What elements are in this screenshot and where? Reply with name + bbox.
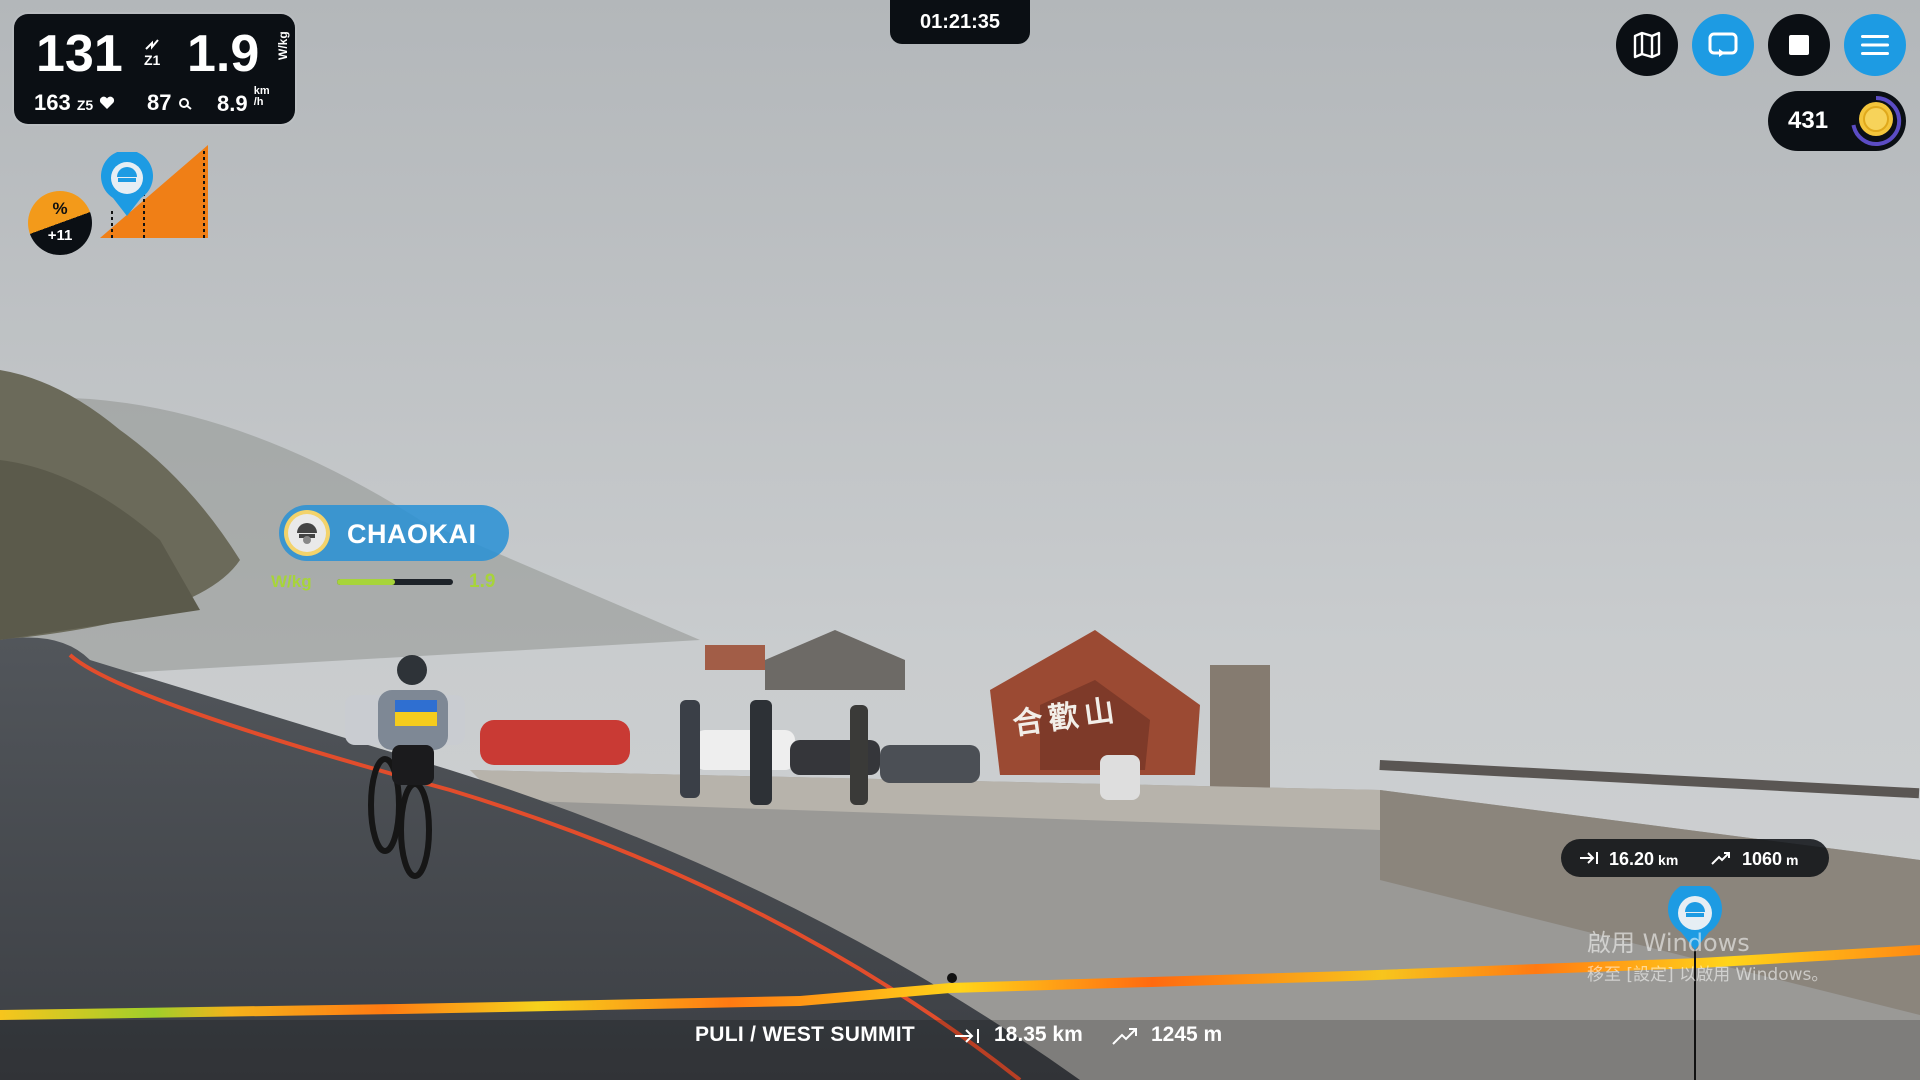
elevation-trend-icon	[1711, 852, 1730, 865]
watermark-line-1: 啟用 Windows	[1587, 929, 1750, 957]
gradient-value: +11	[47, 227, 73, 244]
wkg-value: 1.9	[187, 25, 260, 83]
remaining-distance: 16.20 km	[1609, 849, 1678, 870]
elevation-trend-icon	[1112, 1028, 1137, 1045]
heart-icon	[100, 96, 115, 109]
gradient-symbol: %	[52, 199, 68, 218]
gradient-indicator: % +11	[28, 191, 92, 255]
cadence-icon	[178, 98, 192, 110]
power-bolt-icon	[145, 39, 159, 50]
rider-wkg-readout: W/kg 1.9	[271, 570, 511, 594]
power-zone: Z1	[144, 38, 160, 69]
remaining-distance-unit: km	[1658, 852, 1679, 868]
coin-count: 431	[1788, 107, 1829, 134]
wkg-unit: W/kg	[276, 31, 290, 60]
route-distance: 18.35 km	[994, 1023, 1083, 1046]
remaining-distance-tag: 16.20 km 1060 m	[1561, 839, 1829, 877]
rider-name-tag[interactable]: CHAOKAI	[279, 505, 509, 561]
remaining-elevation: 1060 m	[1742, 849, 1799, 870]
route-elevation: 1245 m	[1151, 1023, 1223, 1046]
route-info-bar: PULI / WEST SUMMIT 18.35 km 1245 m	[0, 1013, 1920, 1073]
cadence-value: 87	[147, 90, 172, 115]
remaining-distance-value: 16.20	[1609, 849, 1655, 869]
hr-zone: Z5	[76, 97, 94, 113]
coin-balance: 431	[1768, 91, 1906, 151]
power-value: 131	[36, 25, 123, 83]
avatar	[284, 510, 330, 556]
cadence: 87	[147, 92, 192, 114]
speed-unit: km /h	[254, 86, 270, 108]
windows-activation-watermark: 啟用 Windows 移至 [設定] 以啟用 Windows。	[1587, 923, 1828, 985]
heart-rate-value: 163	[34, 90, 71, 115]
rider-location-pin-icon	[101, 152, 153, 216]
menu-icon	[1861, 35, 1889, 55]
map-icon	[1633, 31, 1661, 59]
ride-metrics-panel: 131 Z1 1.9 W/kg 163 Z5 87 8.9 km /h	[14, 14, 295, 124]
speed: 8.9 km /h	[217, 86, 270, 116]
speed-unit-bottom: /h	[253, 96, 264, 108]
distance-arrow-icon	[1580, 852, 1598, 864]
watermark-line-2: 移至 [設定] 以啟用 Windows。	[1587, 965, 1829, 985]
rider-wkg-value: 1.9	[469, 571, 496, 592]
remaining-elevation-unit: m	[1786, 852, 1799, 868]
rider-wkg-bar	[337, 579, 453, 585]
menu-button[interactable]	[1844, 14, 1906, 76]
stop-button[interactable]	[1768, 14, 1830, 76]
replay-button[interactable]	[1692, 14, 1754, 76]
elapsed-timer: 01:21:35	[890, 0, 1030, 44]
helmet-avatar-icon	[297, 523, 317, 544]
stop-icon	[1789, 35, 1809, 55]
rider-wkg-label: W/kg	[271, 572, 312, 591]
rider-wkg-bar-fill	[337, 579, 395, 585]
replay-icon	[1708, 32, 1738, 57]
power-zone-label: Z1	[144, 52, 161, 69]
distance-arrow-icon	[955, 1029, 979, 1043]
rider-name: CHAOKAI	[347, 519, 477, 549]
coin-icon	[1851, 95, 1902, 146]
map-button[interactable]	[1616, 14, 1678, 76]
route-name: PULI / WEST SUMMIT	[695, 1023, 916, 1046]
heart-rate: 163 Z5	[34, 92, 115, 114]
speed-value: 8.9	[217, 91, 248, 116]
remaining-elevation-value: 1060	[1742, 849, 1783, 869]
